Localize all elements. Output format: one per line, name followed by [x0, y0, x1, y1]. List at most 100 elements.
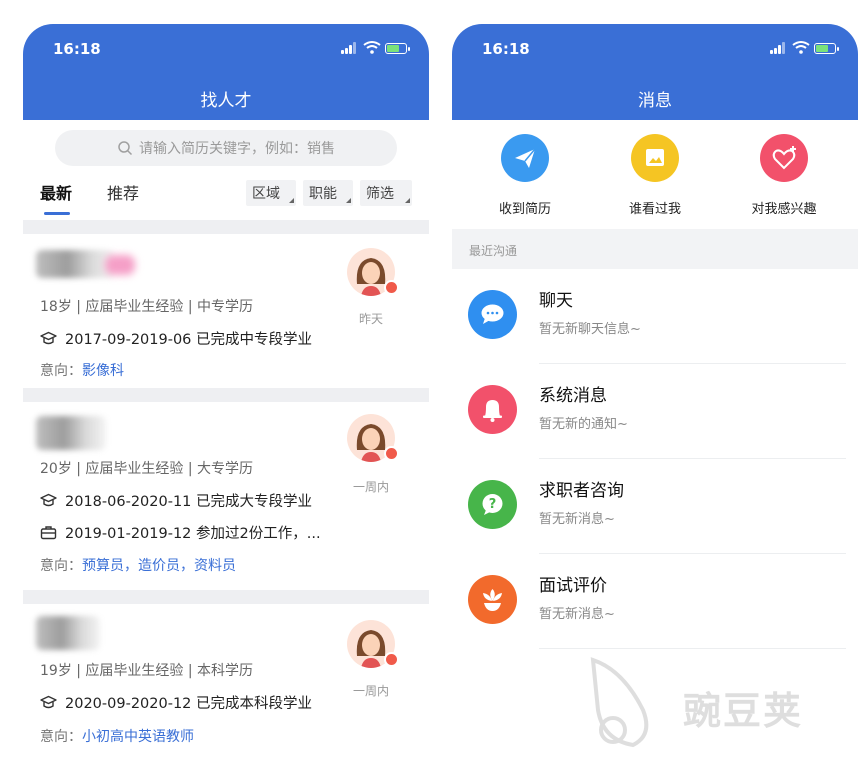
signal-icon — [770, 42, 788, 54]
talent-header: 16:18 找人才 — [23, 24, 429, 120]
search-badge-icon — [384, 446, 399, 461]
message-subtitle: 暂无新聊天信息~ — [539, 322, 641, 337]
messages-header: 16:18 消息 — [452, 24, 858, 120]
divider — [23, 388, 429, 402]
page-title: 找人才 — [200, 91, 252, 111]
graduation-cap-icon — [40, 695, 57, 709]
candidate-meta: 18岁 | 应届毕业生经验 | 中专学历 — [40, 299, 254, 315]
filter-region-label: 区域 — [252, 186, 280, 202]
intent-label: 意向： — [40, 558, 82, 574]
page-title: 消息 — [638, 91, 672, 111]
work-text: 2019-01-2019-12 参加过2份工作，... — [65, 526, 321, 542]
message-item-consult[interactable]: ? 求职者咨询 暂无新消息~ — [452, 459, 858, 554]
status-icons — [341, 40, 410, 56]
bell-icon — [468, 385, 517, 434]
candidate-education: 2018-06-2020-11 已完成大专段学业 — [40, 490, 312, 511]
message-item-chat[interactable]: 聊天 暂无新聊天信息~ — [452, 269, 858, 364]
paper-plane-icon — [501, 134, 549, 182]
active-time: 一周内 — [352, 684, 389, 698]
candidate-intent: 意向：影像科 — [40, 360, 124, 380]
wifi-icon — [363, 41, 381, 54]
wifi-icon — [792, 41, 810, 54]
education-text: 2017-09-2019-06 已完成中专段学业 — [65, 332, 313, 348]
filter-function-label: 职能 — [309, 186, 337, 202]
message-title: 系统消息 — [539, 386, 607, 406]
tab-recommend[interactable]: 推荐 — [107, 180, 139, 204]
photo-frame-icon — [631, 134, 679, 182]
message-title: 聊天 — [539, 291, 573, 311]
candidate-card[interactable]: 18岁 | 应届毕业生经验 | 中专学历 2017-09-2019-06 已完成… — [23, 234, 429, 388]
tab-latest[interactable]: 最新 — [40, 180, 72, 204]
battery-icon — [814, 43, 839, 54]
candidate-education: 2020-09-2020-12 已完成本科段学业 — [40, 692, 312, 713]
interested-in-me-button[interactable]: 对我感兴趣 — [724, 134, 844, 217]
message-subtitle: 暂无新消息~ — [539, 607, 615, 622]
candidate-work: 2019-01-2019-12 参加过2份工作，... — [40, 522, 321, 543]
education-text: 2018-06-2020-11 已完成大专段学业 — [65, 494, 313, 510]
quick-action-label: 对我感兴趣 — [751, 202, 817, 217]
candidate-intent: 意向：预算员，造价员，资料员 — [40, 555, 236, 575]
tab-bar: 最新 推荐 区域 职能 筛选 — [23, 180, 429, 220]
filter-filter-button[interactable]: 筛选 — [360, 180, 412, 206]
search-input[interactable]: 请输入简历关键字，例如：销售 — [55, 130, 397, 166]
divider — [23, 220, 429, 234]
pea-pod-logo-icon — [590, 657, 649, 748]
who-viewed-me-button[interactable]: 谁看过我 — [595, 134, 715, 217]
quick-action-label: 收到简历 — [498, 202, 551, 217]
signal-icon — [341, 42, 359, 54]
blurred-name — [36, 416, 106, 450]
candidate-education: 2017-09-2019-06 已完成中专段学业 — [40, 328, 312, 349]
chat-bubble-icon — [468, 290, 517, 339]
divider — [539, 648, 846, 649]
divider — [23, 590, 429, 604]
intent-value: 影像科 — [82, 363, 124, 379]
intent-value: 小初高中英语教师 — [82, 729, 194, 745]
dropdown-triangle-icon — [405, 198, 410, 203]
quick-action-label: 谁看过我 — [628, 202, 681, 217]
status-time: 16:18 — [53, 40, 101, 58]
intent-value: 预算员，造价员，资料员 — [82, 558, 236, 574]
message-subtitle: 暂无新的通知~ — [539, 417, 628, 432]
watermark-text: 豌豆荚 — [683, 689, 804, 733]
education-text: 2020-09-2020-12 已完成本科段学业 — [65, 696, 313, 712]
tab-underline — [44, 212, 70, 215]
blurred-name — [36, 250, 114, 278]
candidate-meta: 20岁 | 应届毕业生经验 | 大专学历 — [40, 461, 254, 477]
section-header: 最近沟通 — [452, 229, 858, 269]
candidate-card[interactable]: 20岁 | 应届毕业生经验 | 大专学历 2018-06-2020-11 已完成… — [23, 402, 429, 590]
message-title: 面试评价 — [539, 576, 607, 596]
received-resumes-button[interactable]: 收到简历 — [465, 134, 585, 217]
message-item-interview[interactable]: 面试评价 暂无新消息~ — [452, 554, 858, 649]
filter-region-button[interactable]: 区域 — [246, 180, 296, 206]
briefcase-icon — [40, 526, 57, 540]
candidate-card[interactable]: 19岁 | 应届毕业生经验 | 本科学历 2020-09-2020-12 已完成… — [23, 604, 429, 775]
search-icon — [118, 141, 133, 156]
flower-icon — [468, 575, 517, 624]
svg-text:?: ? — [489, 497, 497, 512]
graduation-cap-icon — [40, 331, 57, 345]
heart-plus-icon — [760, 134, 808, 182]
filter-filter-label: 筛选 — [366, 186, 394, 202]
candidate-meta: 19岁 | 应届毕业生经验 | 本科学历 — [40, 663, 254, 679]
intent-label: 意向： — [40, 363, 82, 379]
active-time: 一周内 — [352, 480, 389, 494]
dropdown-triangle-icon — [289, 198, 294, 203]
status-time: 16:18 — [482, 40, 530, 58]
question-icon: ? — [468, 480, 517, 529]
blurred-name — [36, 616, 100, 650]
battery-icon — [385, 43, 410, 54]
filter-function-button[interactable]: 职能 — [303, 180, 353, 206]
message-item-system[interactable]: 系统消息 暂无新的通知~ — [452, 364, 858, 459]
search-placeholder: 请输入简历关键字，例如：销售 — [139, 141, 335, 157]
intent-label: 意向： — [40, 729, 82, 745]
message-title: 求职者咨询 — [539, 481, 624, 501]
search-badge-icon — [384, 652, 399, 667]
message-subtitle: 暂无新消息~ — [539, 512, 615, 527]
blurred-tag — [105, 255, 135, 275]
search-badge-icon — [384, 280, 399, 295]
graduation-cap-icon — [40, 493, 57, 507]
active-time: 昨天 — [358, 312, 383, 326]
watermark: 豌豆荚 — [583, 650, 833, 750]
dropdown-triangle-icon — [346, 198, 351, 203]
status-icons — [770, 40, 839, 56]
